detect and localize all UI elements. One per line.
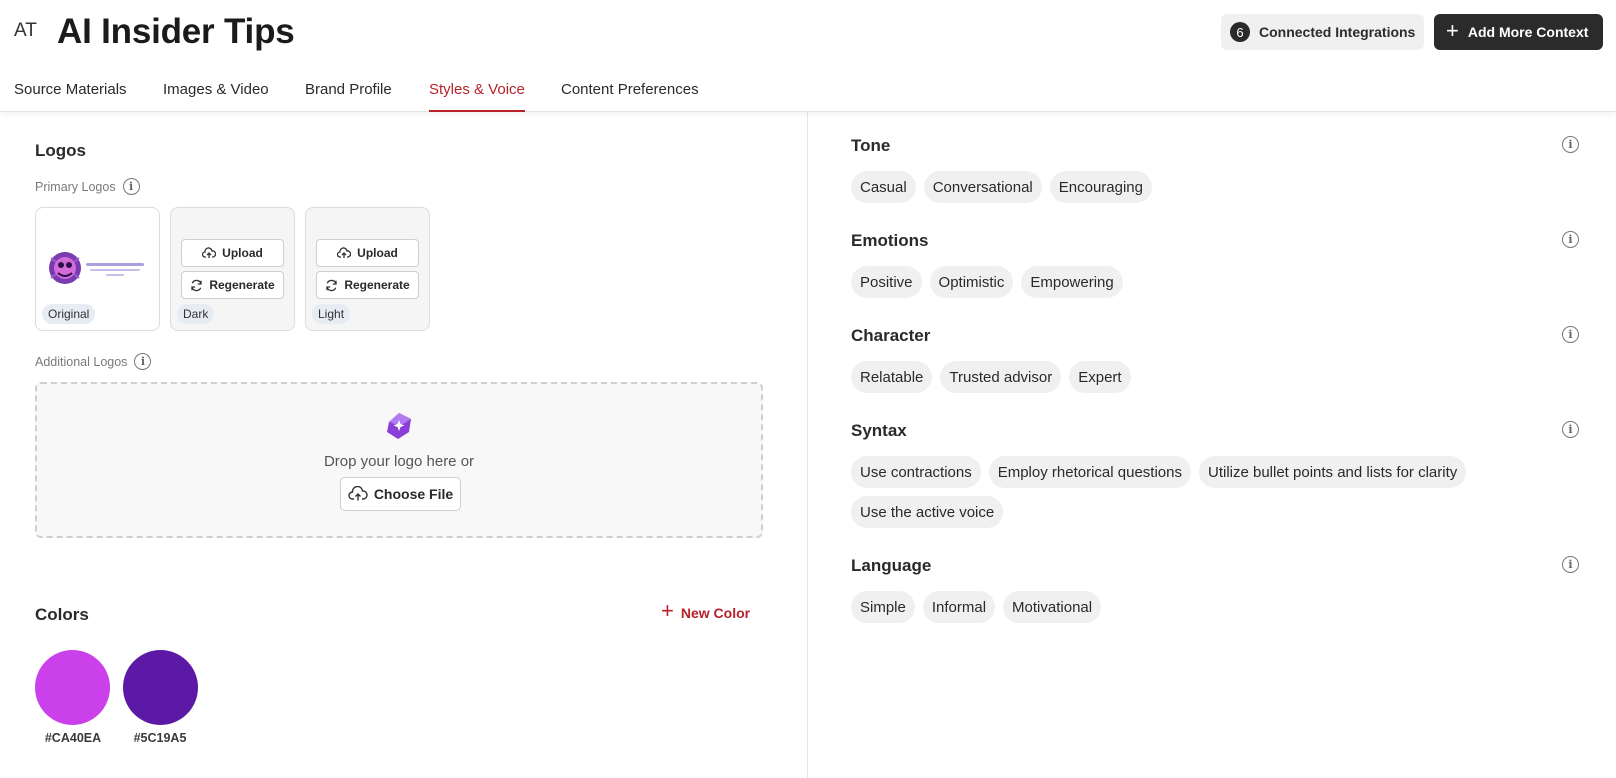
voice-chip[interactable]: Utilize bullet points and lists for clar… — [1198, 456, 1467, 488]
tone-chips: Casual Conversational Encouraging — [851, 171, 1491, 203]
info-icon[interactable]: i — [122, 178, 140, 195]
connected-integrations-button[interactable]: 6 Connected Integrations — [1221, 14, 1424, 50]
language-chips: Simple Informal Motivational — [851, 591, 1491, 623]
logos-section-title: Logos — [35, 141, 86, 160]
cloud-upload-icon — [337, 247, 352, 258]
new-color-label: New Color — [680, 604, 751, 621]
additional-logos-text: Additional Logos — [35, 354, 128, 369]
info-icon[interactable]: i — [1562, 326, 1579, 343]
regenerate-label: Regenerate — [344, 278, 410, 292]
tone-group: Tone i Casual Conversational Encouraging — [851, 136, 1579, 203]
brand-logo-image — [49, 252, 144, 284]
avatar[interactable]: AT — [14, 20, 37, 42]
voice-chip[interactable]: Relatable — [851, 361, 933, 393]
primary-logos-label: Primary Logos i — [35, 178, 140, 195]
tab-styles-voice[interactable]: Styles & Voice — [429, 76, 525, 112]
language-title: Language — [851, 556, 932, 575]
tone-title: Tone — [851, 136, 891, 155]
cloud-upload-icon — [202, 247, 217, 258]
integrations-label: Connected Integrations — [1259, 24, 1416, 40]
add-more-context-label: Add More Context — [1467, 24, 1589, 40]
logo-dropzone[interactable]: Drop your logo here or Choose File — [35, 382, 763, 538]
refresh-icon — [191, 279, 202, 291]
syntax-title: Syntax — [851, 421, 907, 440]
character-chips: Relatable Trusted advisor Expert — [851, 361, 1491, 393]
tab-images-video[interactable]: Images & Video — [163, 76, 269, 112]
tab-brand-profile[interactable]: Brand Profile — [305, 76, 392, 112]
page-title: AI Insider Tips — [57, 12, 295, 51]
voice-chip[interactable]: Empowering — [1021, 266, 1123, 298]
add-more-context-button[interactable]: + Add More Context — [1434, 14, 1603, 50]
choose-file-button[interactable]: Choose File — [340, 477, 461, 511]
voice-chip[interactable]: Optimistic — [929, 266, 1014, 298]
upload-label: Upload — [357, 246, 398, 260]
voice-chip[interactable]: Simple — [851, 591, 915, 623]
refresh-icon — [326, 279, 337, 291]
logo-variant-tag: Light — [312, 304, 351, 324]
info-icon[interactable]: i — [1562, 231, 1579, 248]
logo-variant-tag: Dark — [177, 304, 215, 324]
page-header: AT AI Insider Tips 6 Connected Integrati… — [0, 0, 1616, 112]
tab-source-materials[interactable]: Source Materials — [14, 76, 127, 112]
plus-icon: + — [661, 598, 674, 623]
regenerate-button[interactable]: Regenerate — [316, 271, 419, 299]
info-icon[interactable]: i — [134, 353, 152, 370]
upload-label: Upload — [222, 246, 263, 260]
voice-chip[interactable]: Expert — [1069, 361, 1131, 393]
colors-section-title: Colors — [35, 605, 89, 624]
voice-chip[interactable]: Trusted advisor — [940, 361, 1062, 393]
info-icon[interactable]: i — [1562, 136, 1579, 153]
voice-chip[interactable]: Employ rhetorical questions — [988, 456, 1191, 488]
pane-divider — [807, 112, 808, 778]
cloud-upload-icon — [348, 486, 368, 501]
logo-variant-tag: Original — [42, 304, 96, 324]
voice-chip[interactable]: Informal — [922, 591, 996, 623]
character-group: Character i Relatable Trusted advisor Ex… — [851, 326, 1579, 393]
emotions-title: Emotions — [851, 231, 929, 250]
primary-logos-text: Primary Logos — [35, 179, 116, 194]
voice-chip[interactable]: Use contractions — [851, 456, 981, 488]
syntax-group: Syntax i Use contractions Employ rhetori… — [851, 421, 1579, 528]
color-swatch[interactable] — [35, 650, 110, 725]
voice-chip[interactable]: Motivational — [1003, 591, 1102, 623]
voice-chip[interactable]: Encouraging — [1049, 171, 1152, 203]
tab-content-preferences[interactable]: Content Preferences — [561, 76, 699, 112]
color-hex-label: #CA40EA — [44, 731, 102, 745]
additional-logos-label: Additional Logos i — [35, 353, 152, 370]
upload-button[interactable]: Upload — [181, 239, 284, 267]
syntax-chips: Use contractions Employ rhetorical quest… — [851, 456, 1491, 528]
integrations-count-badge: 6 — [1230, 22, 1250, 42]
color-swatch[interactable] — [123, 650, 198, 725]
color-hex-label: #5C19A5 — [133, 731, 187, 745]
tag-sparkle-icon — [387, 413, 411, 439]
plus-icon: + — [1446, 18, 1459, 43]
voice-chip[interactable]: Positive — [851, 266, 922, 298]
regenerate-label: Regenerate — [209, 278, 275, 292]
language-group: Language i Simple Informal Motivational — [851, 556, 1579, 623]
info-icon[interactable]: i — [1562, 421, 1579, 438]
character-title: Character — [851, 326, 931, 345]
choose-file-label: Choose File — [373, 486, 454, 502]
info-icon[interactable]: i — [1562, 556, 1579, 573]
logo-card-light: Upload Regenerate Light — [305, 207, 430, 331]
logo-card-original[interactable]: Original — [35, 207, 160, 331]
dropzone-instructions: Drop your logo here or — [323, 453, 475, 470]
upload-button[interactable]: Upload — [316, 239, 419, 267]
emotions-group: Emotions i Positive Optimistic Empowerin… — [851, 231, 1579, 298]
voice-chip[interactable]: Conversational — [923, 171, 1042, 203]
voice-chip[interactable]: Use the active voice — [851, 496, 1004, 528]
voice-chip[interactable]: Casual — [851, 171, 916, 203]
new-color-button[interactable]: + New Color — [661, 598, 751, 623]
logo-card-dark: Upload Regenerate Dark — [170, 207, 295, 331]
regenerate-button[interactable]: Regenerate — [181, 271, 284, 299]
emotions-chips: Positive Optimistic Empowering — [851, 266, 1491, 298]
